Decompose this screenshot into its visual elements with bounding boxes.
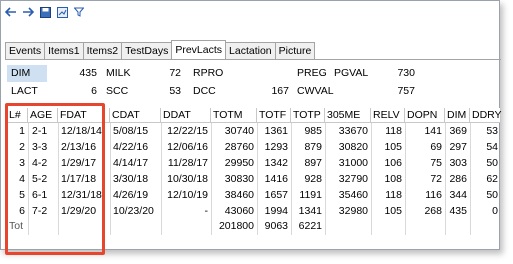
summary-key-preg: PREG: [297, 67, 327, 79]
cell-ddat: 11/28/17: [167, 157, 208, 169]
tab-divider: [5, 59, 501, 60]
cell-dim: 303: [449, 157, 467, 169]
summary-key-scc: SCC: [106, 85, 129, 97]
cell-totp: 928: [304, 173, 322, 185]
cell-relv: 108: [384, 173, 402, 185]
col-header-dopn[interactable]: DOPN: [405, 108, 445, 123]
col-header-relv[interactable]: RELV: [371, 108, 405, 123]
chart-icon[interactable]: [55, 5, 69, 19]
tab-bar: Events Items1 Items2 TestDays PrevLacts …: [5, 40, 316, 60]
tab-items1[interactable]: Items1: [44, 42, 84, 59]
cell-305me: 33670: [338, 125, 368, 137]
tab-picture[interactable]: Picture: [274, 42, 316, 59]
cell-ddat: 12/06/16: [167, 141, 208, 153]
cell-totf: 1657: [264, 189, 288, 201]
summary-key-dcc: DCC: [193, 85, 216, 97]
col-header-dim[interactable]: DIM: [445, 108, 470, 123]
summary-key-milk: MILK: [106, 67, 131, 79]
tab-prevlacts[interactable]: PrevLacts: [171, 40, 227, 59]
cell-totp: 879: [304, 141, 322, 153]
cell-ddat: -: [204, 205, 209, 217]
cell-dopn: 268: [424, 205, 442, 217]
cell-totf: 1293: [264, 141, 288, 153]
cell-totm: 30830: [224, 173, 254, 185]
cell-totf: 1342: [264, 157, 288, 169]
cell-ddat: 10/30/18: [167, 173, 208, 185]
cell-totp: 985: [304, 125, 322, 137]
cell-dopn: 141: [424, 125, 442, 137]
cell-305me: 32980: [338, 205, 368, 217]
cell-dopn: 75: [430, 157, 442, 169]
cell-cdat: 5/08/15: [113, 125, 149, 137]
cell-dopn: 116: [425, 189, 442, 201]
toolbar: [4, 3, 86, 21]
cell-dim: 286: [449, 173, 467, 185]
cell-totf: 1361: [264, 125, 288, 137]
cell-relv: 105: [384, 141, 402, 153]
tab-testdays[interactable]: TestDays: [121, 42, 173, 59]
col-header-cdat[interactable]: CDAT: [110, 108, 161, 123]
summary-value-milk: 72: [169, 67, 181, 79]
col-header-totf[interactable]: TOTF: [257, 108, 291, 123]
cell-ddat: 12/22/15: [167, 125, 208, 137]
cell-305me: 31000: [338, 157, 368, 169]
col-header-ddat[interactable]: DDAT: [161, 108, 211, 123]
summary-value-cwval: 757: [397, 85, 415, 97]
highlight-annotation-box: [5, 103, 105, 255]
cell-305me: 30820: [338, 141, 368, 153]
summary-value-pgval: 730: [397, 67, 415, 79]
summary-value-dcc: 167: [271, 85, 289, 97]
back-arrow-icon[interactable]: [4, 5, 18, 19]
filter-icon[interactable]: [72, 5, 86, 19]
cell-totm: 29950: [224, 157, 254, 169]
summary-key-rpro: RPRO: [193, 67, 224, 79]
cell-dim: 435: [449, 205, 467, 217]
cell-totf: 1416: [264, 173, 288, 185]
cell-cdat: 3/30/18: [113, 173, 149, 185]
tab-events[interactable]: Events: [5, 42, 46, 59]
cell-totp: 897: [304, 157, 322, 169]
cell-totm: 30740: [224, 125, 254, 137]
cell-ddat: 12/10/19: [167, 189, 208, 201]
col-header-totm[interactable]: TOTM: [211, 108, 257, 123]
tab-lactation[interactable]: Lactation: [225, 42, 276, 59]
cell-305me: 35460: [338, 189, 368, 201]
summary-key-dim: DIM: [7, 65, 47, 82]
col-header-totp[interactable]: TOTP: [291, 108, 325, 123]
summary-value-lact: 6: [91, 85, 97, 97]
app-window: Events Items1 Items2 TestDays PrevLacts …: [0, 0, 502, 255]
cell-dopn: 69: [430, 141, 442, 153]
cell-relv: 118: [385, 189, 402, 201]
cell-cdat: 4/22/16: [113, 141, 149, 153]
summary-value-dim: 435: [79, 67, 97, 79]
cell-totm: 38460: [224, 189, 254, 201]
cell-dopn: 72: [430, 173, 442, 185]
cell-cdat: 10/23/20: [113, 205, 154, 217]
cell-totp: 1191: [299, 189, 322, 201]
total-totp: 6221: [298, 220, 322, 232]
cell-cdat: 4/26/19: [113, 189, 149, 201]
cell-totf: 1994: [264, 205, 288, 217]
total-totf: 9063: [264, 220, 288, 232]
right-edge-border: [486, 1, 499, 251]
cell-305me: 32790: [338, 173, 368, 185]
cell-totp: 1341: [298, 205, 322, 217]
cell-dim: 344: [449, 189, 467, 201]
tab-items2[interactable]: Items2: [82, 42, 123, 59]
summary-value-scc: 53: [169, 85, 181, 97]
col-header-305me[interactable]: 305ME: [325, 108, 371, 123]
summary-key-lact: LACT: [11, 85, 38, 97]
cell-relv: 118: [385, 125, 402, 137]
cell-relv: 105: [384, 205, 402, 217]
cell-totm: 28760: [224, 141, 254, 153]
cell-dim: 369: [449, 125, 467, 137]
forward-arrow-icon[interactable]: [21, 5, 35, 19]
total-totm: 201800: [218, 220, 254, 232]
save-icon[interactable]: [38, 5, 52, 19]
cell-cdat: 4/14/17: [113, 157, 149, 169]
cell-relv: 106: [384, 157, 402, 169]
cell-dim: 297: [449, 141, 467, 153]
summary-key-cwval: CWVAL: [297, 85, 334, 97]
cell-totm: 43060: [224, 205, 254, 217]
